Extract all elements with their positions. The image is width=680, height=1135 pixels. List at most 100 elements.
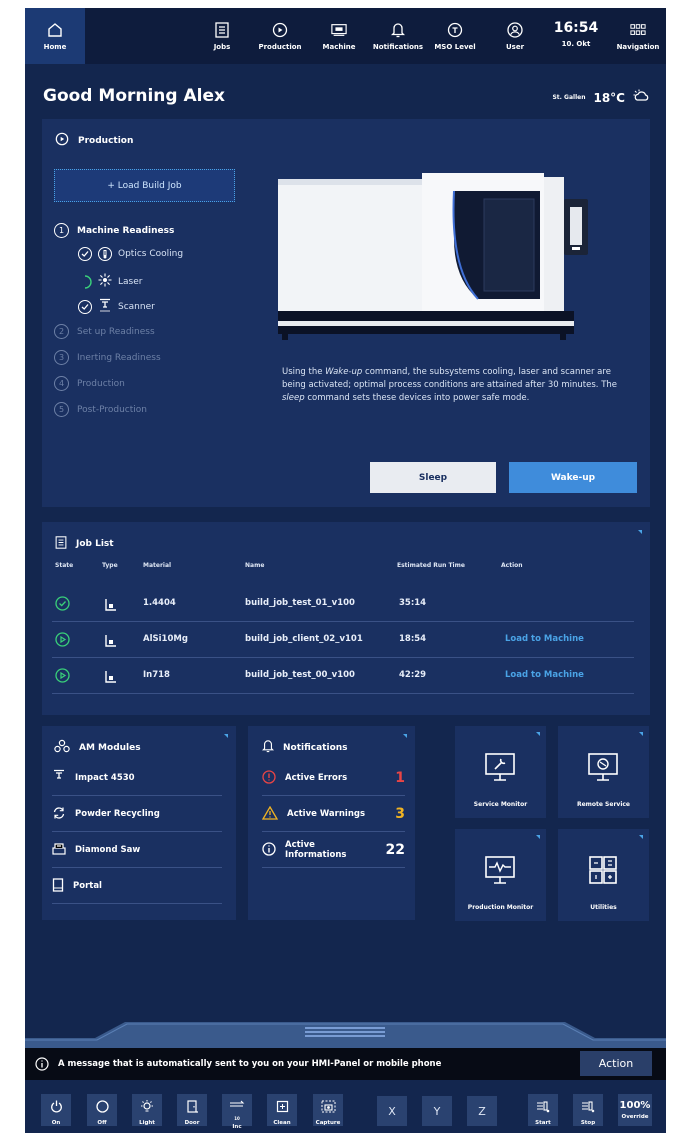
top-navigation: Home Jobs Production Machine Notificatio…	[25, 8, 666, 64]
service-monitor-tile[interactable]: Service Monitor	[455, 726, 546, 818]
error-icon	[262, 769, 276, 787]
nav-production-label: Production	[258, 42, 302, 51]
production-title: Production	[78, 135, 134, 146]
nav-mso-level[interactable]: MSO Level	[434, 8, 476, 64]
grid-icon	[630, 22, 646, 38]
module-diamond-saw[interactable]: Diamond Saw	[52, 833, 222, 868]
remote-service-tile[interactable]: Remote Service	[558, 726, 649, 818]
load-to-machine-link[interactable]: Load to Machine	[505, 670, 584, 680]
expand-corner-icon[interactable]	[224, 734, 228, 738]
expand-corner-icon	[639, 732, 643, 736]
step-inerting-readiness[interactable]: 3 Inerting Readiness	[54, 350, 161, 365]
load-build-job-button[interactable]: + Load Build Job	[54, 169, 235, 202]
subsystem-optics-cooling: Optics Cooling	[78, 247, 183, 261]
module-portal[interactable]: Portal	[52, 869, 222, 904]
door-button[interactable]: Door	[177, 1094, 207, 1126]
wrench-monitor-icon	[484, 752, 516, 786]
notification-label: Active Warnings	[287, 809, 366, 819]
job-name: build_job_test_00_v100	[245, 670, 355, 680]
step-set-up-readiness[interactable]: 2 Set up Readiness	[54, 324, 155, 339]
nav-home[interactable]: Home	[25, 8, 85, 64]
step-label: Inerting Readiness	[77, 352, 161, 363]
notification-label: Active Errors	[285, 773, 348, 783]
production-header: Production	[55, 132, 133, 149]
expand-corner-icon[interactable]	[403, 734, 407, 738]
axis-z-button[interactable]: Z	[467, 1096, 497, 1126]
col-estimated-run-time: Estimated Run Time	[397, 562, 465, 569]
step-number: 5	[54, 402, 69, 417]
on-button[interactable]: On	[41, 1094, 71, 1126]
col-action: Action	[501, 562, 523, 569]
action-button[interactable]: Action	[580, 1051, 652, 1076]
step-post-production[interactable]: 5 Post-Production	[54, 402, 147, 417]
axis-y-button[interactable]: Y	[422, 1096, 452, 1126]
nav-notifications[interactable]: Notifications	[373, 8, 423, 64]
sleep-button[interactable]: Sleep	[370, 462, 496, 493]
active-warnings-row[interactable]: Active Warnings 3	[261, 797, 405, 832]
active-informations-row[interactable]: Active Informations 22	[262, 833, 405, 868]
utilities-tile[interactable]: Utilities	[558, 829, 649, 921]
step-number: 2	[54, 324, 69, 339]
machine-icon	[331, 22, 347, 38]
expand-corner-icon	[536, 732, 540, 736]
nav-production[interactable]: Production	[255, 8, 305, 64]
axis-x-button[interactable]: X	[377, 1096, 407, 1126]
light-button[interactable]: Light	[132, 1094, 162, 1126]
tool-label: Light	[139, 1120, 155, 1126]
step-machine-readiness[interactable]: 1 Machine Readiness	[54, 223, 174, 238]
cloud-sun-icon	[633, 88, 651, 107]
job-material: In718	[143, 670, 170, 680]
play-circle-icon	[55, 132, 69, 149]
table-row[interactable]: 1.4404 build_job_test_01_v100 35:14	[52, 586, 634, 622]
tool-label: Stop	[580, 1120, 596, 1126]
job-list-title: Job List	[76, 539, 114, 549]
capture-button[interactable]: Capture	[313, 1094, 343, 1126]
expand-corner-icon[interactable]	[638, 530, 642, 534]
step-number: 4	[54, 376, 69, 391]
machine-illustration	[278, 173, 588, 340]
expand-corner-icon	[536, 835, 540, 839]
step-number: 1	[54, 223, 69, 238]
load-to-machine-link[interactable]: Load to Machine	[505, 634, 584, 644]
clean-button[interactable]: Clean	[267, 1094, 297, 1126]
inc-value: 10	[234, 1116, 240, 1121]
wakeup-button[interactable]: Wake-up	[509, 462, 637, 493]
play-circle-icon	[55, 668, 70, 687]
inc-button[interactable]: 10 Inc	[222, 1094, 252, 1130]
active-errors-row[interactable]: Active Errors 1	[262, 761, 405, 796]
weather-temp: 18°C	[593, 90, 625, 105]
step-production[interactable]: 4 Production	[54, 376, 125, 391]
tool-label: Clean	[273, 1120, 291, 1126]
am-modules-header: AM Modules	[54, 739, 141, 756]
recycle-icon	[52, 806, 66, 823]
am-modules-panel: AM Modules Impact 4530 Powder Recycling …	[42, 726, 236, 920]
table-row[interactable]: AlSi10Mg build_job_client_02_v101 18:54 …	[52, 622, 634, 658]
production-monitor-tile[interactable]: Production Monitor	[455, 829, 546, 921]
nav-jobs[interactable]: Jobs	[207, 8, 237, 64]
portal-icon	[52, 877, 64, 895]
saw-icon	[52, 842, 66, 859]
notification-label: Active Informations	[285, 840, 347, 860]
module-impact[interactable]: Impact 4530	[52, 761, 222, 796]
module-powder-recycling[interactable]: Powder Recycling	[52, 797, 222, 832]
thermometer-icon	[98, 247, 112, 261]
stop-icon	[581, 1098, 595, 1117]
nav-user[interactable]: User	[499, 8, 531, 64]
off-button[interactable]: Off	[87, 1094, 117, 1126]
override-button[interactable]: 100% Override	[618, 1094, 652, 1126]
nav-navigation[interactable]: Navigation	[615, 8, 661, 64]
stop-button[interactable]: Stop	[573, 1094, 603, 1126]
clock-date: 10. Okt	[561, 40, 591, 48]
job-name: build_job_test_01_v100	[245, 598, 355, 608]
info-count: 22	[385, 842, 405, 858]
drawer-handle[interactable]	[25, 1018, 666, 1048]
table-row[interactable]: In718 build_job_test_00_v100 42:29 Load …	[52, 658, 634, 694]
subsystem-label: Scanner	[118, 301, 155, 312]
nav-machine[interactable]: Machine	[319, 8, 359, 64]
home-icon	[47, 22, 63, 38]
bottom-toolbar: On Off Light Door 10 Inc Clean Capture X…	[25, 1084, 666, 1133]
start-button[interactable]: Start	[528, 1094, 558, 1126]
tool-label: Door	[184, 1120, 200, 1126]
production-panel: Production + Load Build Job 1 Machine Re…	[42, 119, 650, 507]
desc-sleep-term: sleep	[282, 393, 305, 403]
